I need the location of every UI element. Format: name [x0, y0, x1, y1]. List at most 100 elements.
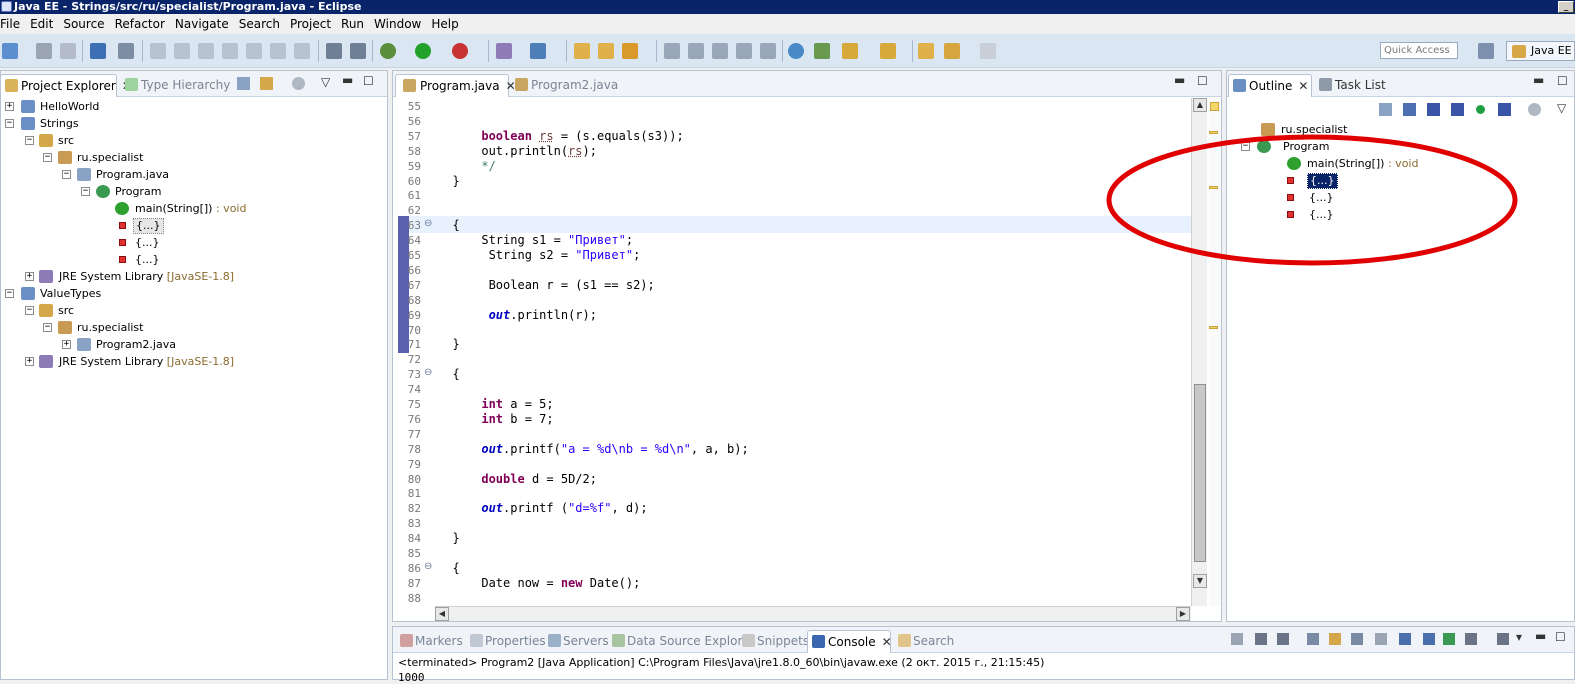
tab-servers[interactable]: Servers	[545, 630, 609, 653]
tab-properties[interactable]: Properties	[467, 630, 546, 653]
menu-edit[interactable]: Edit	[25, 17, 58, 31]
fold-toggle-icon[interactable]: ⊖	[424, 218, 432, 229]
minimize-view-icon[interactable]: ▬	[342, 73, 353, 87]
annotation-nav-icon[interactable]	[842, 43, 858, 59]
open-console-icon[interactable]	[1465, 633, 1477, 645]
display-console-icon[interactable]	[1443, 633, 1455, 645]
code-line[interactable]: Date now = new Date();	[438, 576, 640, 590]
hide-fields-icon[interactable]	[1427, 103, 1440, 116]
tab-search[interactable]: Search	[895, 630, 955, 653]
collapse-all-icon[interactable]	[1379, 103, 1392, 116]
perspective-switch-java-ee[interactable]: Java EE	[1506, 41, 1575, 61]
chevron-down-icon[interactable]: ▽	[1557, 101, 1566, 115]
minimize-view-icon[interactable]: ▬	[1533, 73, 1544, 87]
use-step-filters-icon[interactable]	[350, 43, 366, 59]
scroll-lock-icon[interactable]	[1329, 633, 1341, 645]
save-all-icon[interactable]	[60, 43, 76, 59]
minimize-view-icon[interactable]: ▬	[1535, 629, 1546, 643]
menu-refactor[interactable]: Refactor	[110, 17, 170, 31]
terminate-icon[interactable]	[1231, 633, 1243, 645]
code-line[interactable]: {	[438, 218, 459, 232]
step-return-icon[interactable]	[294, 43, 310, 59]
maximize-view-icon[interactable]: ☐	[1197, 74, 1208, 88]
code-line[interactable]: */	[438, 159, 495, 173]
disconnect-icon[interactable]	[222, 43, 238, 59]
code-line[interactable]: }	[438, 337, 459, 351]
search-tool-icon[interactable]	[622, 43, 638, 59]
toggle-annotation-icon[interactable]	[688, 43, 704, 59]
debug-icon[interactable]	[380, 43, 396, 59]
prev-annotation-icon[interactable]	[880, 43, 896, 59]
show-whitespace-icon[interactable]	[736, 43, 752, 59]
view-menu-icon[interactable]	[292, 77, 305, 90]
show-stderr-icon[interactable]	[1423, 633, 1435, 645]
menu-project[interactable]: Project	[285, 17, 336, 31]
word-wrap-icon[interactable]	[1351, 633, 1363, 645]
tab-program2-java[interactable]: Program2.java	[511, 74, 618, 97]
resume-icon[interactable]	[150, 43, 166, 59]
code-line[interactable]: out.println(r);	[438, 308, 597, 322]
run-icon[interactable]	[415, 43, 431, 59]
run-external-icon[interactable]	[452, 43, 468, 59]
code-line[interactable]: boolean rs = (s.equals(s3));	[438, 129, 683, 143]
fold-toggle-icon[interactable]: ⊖	[424, 367, 432, 378]
overview-marker[interactable]	[1210, 102, 1219, 111]
skip-breakpoints-icon[interactable]	[118, 43, 134, 59]
overview-marker[interactable]	[1209, 326, 1218, 329]
menu-help[interactable]: Help	[426, 17, 463, 31]
suspend-icon[interactable]	[174, 43, 190, 59]
hide-static-icon[interactable]	[1451, 103, 1464, 116]
remove-launch-icon[interactable]	[1255, 633, 1267, 645]
save-icon[interactable]	[36, 43, 52, 59]
terminate-icon[interactable]	[198, 43, 214, 59]
code-line[interactable]: int a = 5;	[438, 397, 553, 411]
code-line[interactable]: Boolean r = (s1 == s2);	[438, 278, 655, 292]
code-area[interactable]: 55 56 57 boolean rs = (s.equals(s3)); 58 ou…	[393, 98, 1191, 606]
close-icon[interactable]: ✕	[882, 635, 892, 649]
code-line[interactable]: out.printf("a = %d\nb = %d\n", a, b);	[438, 442, 748, 456]
remove-all-launches-icon[interactable]	[1277, 633, 1289, 645]
next-annotation-icon[interactable]	[814, 43, 830, 59]
tab-markers[interactable]: Markers	[397, 630, 463, 653]
fold-toggle-icon[interactable]: ⊖	[424, 561, 432, 572]
last-edit-location-icon[interactable]	[918, 43, 934, 59]
tab-data-source-explorer[interactable]: Data Source Explorer	[609, 630, 754, 653]
menu-search[interactable]: Search	[234, 17, 285, 31]
hide-non-public-icon[interactable]	[1476, 105, 1485, 114]
tab-program-java[interactable]: Program.java ✕	[395, 74, 516, 97]
code-line[interactable]: }	[438, 174, 459, 188]
menu-run[interactable]: Run	[336, 17, 369, 31]
menu-window[interactable]: Window	[369, 17, 426, 31]
code-line[interactable]: String s2 = "Привет";	[438, 248, 641, 262]
back-icon[interactable]	[944, 43, 960, 59]
chevron-down-icon[interactable]: ▾	[1516, 630, 1522, 644]
quick-access-input[interactable]: Quick Access	[1380, 42, 1458, 59]
tab-console[interactable]: Console ✕	[807, 630, 892, 653]
minimize-view-icon[interactable]: ▬	[1174, 73, 1185, 87]
pilcrow-icon[interactable]	[760, 43, 776, 59]
menu-navigate[interactable]: Navigate	[170, 17, 234, 31]
step-over-icon[interactable]	[270, 43, 286, 59]
view-menu-icon[interactable]	[1528, 103, 1541, 116]
pin-console-icon[interactable]	[1375, 633, 1387, 645]
code-line[interactable]: String s1 = "Привет";	[438, 233, 633, 247]
hide-local-types-icon[interactable]	[1498, 103, 1511, 116]
minimize-button[interactable]: _	[1558, 1, 1574, 13]
show-stdout-icon[interactable]	[1399, 633, 1411, 645]
open-perspective-icon[interactable]	[1478, 43, 1494, 59]
terminal-icon[interactable]	[90, 43, 106, 59]
tab-snippets[interactable]: Snippets	[739, 630, 809, 653]
close-icon[interactable]: ✕	[1298, 79, 1308, 93]
tab-outline[interactable]: Outline ✕	[1228, 74, 1312, 97]
new-icon[interactable]	[2, 43, 18, 59]
scrollbar-thumb[interactable]	[1194, 384, 1206, 562]
link-with-editor-icon[interactable]	[260, 77, 273, 90]
globe-icon[interactable]	[788, 43, 804, 59]
open-type-icon[interactable]	[574, 43, 590, 59]
forward-icon[interactable]	[980, 43, 996, 59]
chevron-down-icon[interactable]: ▽	[321, 75, 330, 89]
code-line[interactable]: }	[438, 531, 459, 545]
maximize-view-icon[interactable]: ☐	[363, 74, 374, 88]
collapse-all-icon[interactable]	[237, 77, 250, 90]
filter-icon[interactable]	[326, 43, 342, 59]
